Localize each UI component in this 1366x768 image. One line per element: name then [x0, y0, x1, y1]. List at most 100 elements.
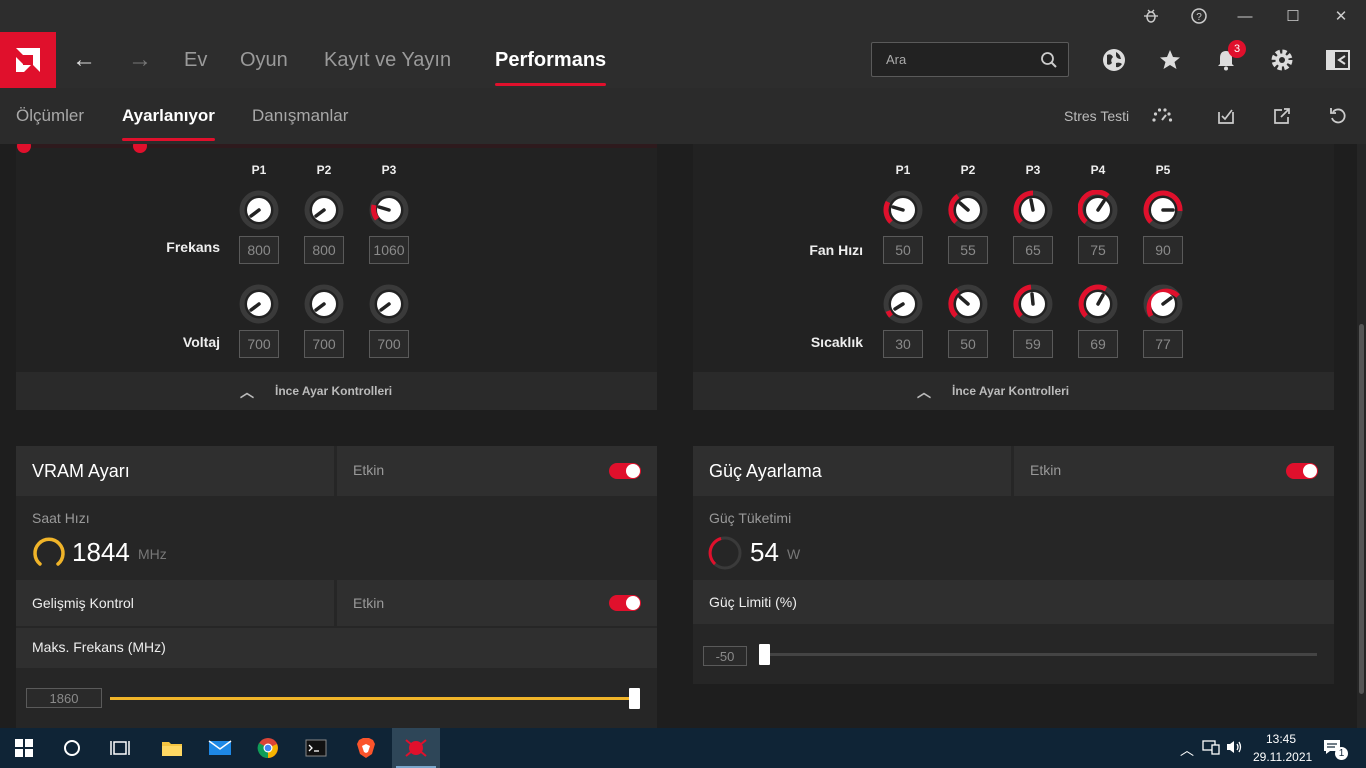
- search-icon[interactable]: [1040, 51, 1058, 74]
- power-enable-toggle[interactable]: [1286, 463, 1318, 479]
- power-consumption-value: 54: [750, 537, 779, 567]
- vram-tuning-card: VRAM Ayarı Etkin Saat Hızı 1844 MHz Geli…: [16, 446, 657, 728]
- file-explorer-icon[interactable]: [148, 728, 196, 768]
- voltage-value[interactable]: 700: [369, 330, 409, 358]
- voltage-knob[interactable]: [239, 284, 279, 324]
- search-circle-icon[interactable]: [48, 728, 96, 768]
- volume-icon[interactable]: [1226, 739, 1244, 760]
- tab-performance[interactable]: Performans: [495, 32, 607, 88]
- export-icon[interactable]: [1270, 104, 1294, 128]
- advanced-control-toggle[interactable]: [609, 595, 641, 611]
- minimize-button[interactable]: —: [1222, 0, 1268, 32]
- fan-speed-value[interactable]: 75: [1078, 236, 1118, 264]
- advanced-control-label: Gelişmiş Kontrol: [32, 595, 134, 611]
- globe-icon[interactable]: [1098, 44, 1130, 76]
- clock-time[interactable]: 13:45: [1266, 732, 1296, 746]
- favorites-star-icon[interactable]: [1154, 44, 1186, 76]
- fine-tune-controls-toggle[interactable]: ︿ İnce Ayar Kontrolleri: [16, 372, 657, 410]
- voltage-value[interactable]: 700: [239, 330, 279, 358]
- amd-radeon-software-icon[interactable]: [392, 728, 440, 768]
- temperature-knob[interactable]: [1078, 284, 1118, 324]
- svg-text:?: ?: [1196, 12, 1202, 23]
- maximize-button[interactable]: ☐: [1270, 0, 1316, 32]
- close-button[interactable]: ✕: [1318, 0, 1364, 32]
- stress-test-gauge-icon[interactable]: [1150, 104, 1174, 128]
- chrome-icon[interactable]: [244, 728, 292, 768]
- apply-changes-icon[interactable]: [1214, 104, 1238, 128]
- task-view-icon[interactable]: [96, 728, 144, 768]
- content-scrollbar[interactable]: [1357, 144, 1366, 728]
- fine-tune-controls-toggle[interactable]: ︿ İnce Ayar Kontrolleri: [693, 372, 1334, 410]
- fan-speed-row-label: Fan Hızı: [809, 242, 863, 258]
- frequency-knob[interactable]: [239, 190, 279, 230]
- scrollbar-thumb[interactable]: [1359, 324, 1364, 694]
- temperature-value[interactable]: 30: [883, 330, 923, 358]
- voltage-value[interactable]: 700: [304, 330, 344, 358]
- reset-icon[interactable]: [1326, 104, 1350, 128]
- min-frequency-handle[interactable]: [17, 144, 31, 153]
- tab-tuning[interactable]: Ayarlanıyor: [122, 88, 215, 144]
- fan-speed-knob[interactable]: [1143, 190, 1183, 230]
- voltage-knob[interactable]: [304, 284, 344, 324]
- temperature-value[interactable]: 50: [948, 330, 988, 358]
- help-icon[interactable]: ?: [1176, 0, 1222, 32]
- temperature-value[interactable]: 77: [1143, 330, 1183, 358]
- bug-report-icon[interactable]: [1128, 0, 1174, 32]
- notifications-bell-icon[interactable]: 3: [1210, 40, 1246, 76]
- point-header: P3: [1025, 163, 1041, 177]
- clock-date[interactable]: 29.11.2021: [1253, 750, 1312, 764]
- frequency-knob[interactable]: [304, 190, 344, 230]
- temperature-knob[interactable]: [1143, 284, 1183, 324]
- max-frequency-value[interactable]: 1860: [26, 688, 102, 708]
- point-header: P1: [251, 163, 267, 177]
- temperature-knob[interactable]: [1013, 284, 1053, 324]
- search-box[interactable]: Ara: [871, 42, 1069, 77]
- voltage-row-label: Voltaj: [182, 334, 220, 350]
- fan-speed-knob[interactable]: [883, 190, 923, 230]
- tab-metrics[interactable]: Ölçümler: [16, 88, 84, 144]
- fan-speed-knob[interactable]: [1077, 189, 1118, 230]
- power-card-title: Güç Ayarlama: [709, 461, 822, 481]
- fan-speed-value[interactable]: 65: [1013, 236, 1053, 264]
- mail-icon[interactable]: [196, 728, 244, 768]
- tray-chevron-up-icon[interactable]: ︿: [1180, 740, 1194, 760]
- forward-arrow-icon[interactable]: →: [120, 32, 160, 88]
- action-center-icon[interactable]: 1: [1322, 738, 1348, 760]
- notification-badge: 3: [1228, 40, 1246, 58]
- terminal-icon[interactable]: [292, 728, 340, 768]
- max-frequency-slider-handle[interactable]: [629, 688, 640, 709]
- vram-enable-toggle[interactable]: [609, 463, 641, 479]
- vram-card-header: VRAM Ayarı: [16, 446, 334, 496]
- frequency-knob[interactable]: [369, 190, 409, 230]
- stress-test-label[interactable]: Stres Testi: [1064, 88, 1129, 144]
- overlay-toggle-icon[interactable]: [1322, 44, 1354, 76]
- power-limit-slider-handle[interactable]: [759, 644, 770, 665]
- power-limit-slider-track[interactable]: [759, 644, 1317, 665]
- fan-speed-knob[interactable]: [948, 190, 988, 230]
- fan-speed-value[interactable]: 50: [883, 236, 923, 264]
- max-frequency-slider-track[interactable]: [110, 688, 640, 709]
- temperature-value[interactable]: 69: [1078, 330, 1118, 358]
- tab-record-stream[interactable]: Kayıt ve Yayın: [324, 32, 451, 88]
- frequency-value[interactable]: 1060: [369, 236, 409, 264]
- back-arrow-icon[interactable]: ←: [64, 32, 104, 88]
- temperature-value[interactable]: 59: [1013, 330, 1053, 358]
- temperature-knob[interactable]: [948, 284, 988, 324]
- amd-logo[interactable]: [0, 32, 56, 88]
- start-windows-icon[interactable]: [0, 728, 48, 768]
- fan-speed-value[interactable]: 55: [948, 236, 988, 264]
- power-limit-value[interactable]: -50: [703, 646, 747, 666]
- brave-browser-icon[interactable]: [342, 728, 390, 768]
- network-icon[interactable]: [1202, 739, 1220, 760]
- tab-gaming[interactable]: Oyun: [240, 32, 288, 88]
- settings-gear-icon[interactable]: [1266, 44, 1298, 76]
- max-frequency-handle[interactable]: [133, 144, 147, 153]
- temperature-knob[interactable]: [883, 284, 923, 324]
- voltage-knob[interactable]: [369, 284, 409, 324]
- frequency-value[interactable]: 800: [304, 236, 344, 264]
- tab-advisors[interactable]: Danışmanlar: [252, 88, 348, 144]
- frequency-value[interactable]: 800: [239, 236, 279, 264]
- fan-speed-knob[interactable]: [1013, 190, 1053, 230]
- fan-speed-value[interactable]: 90: [1143, 236, 1183, 264]
- tab-home[interactable]: Ev: [184, 32, 207, 88]
